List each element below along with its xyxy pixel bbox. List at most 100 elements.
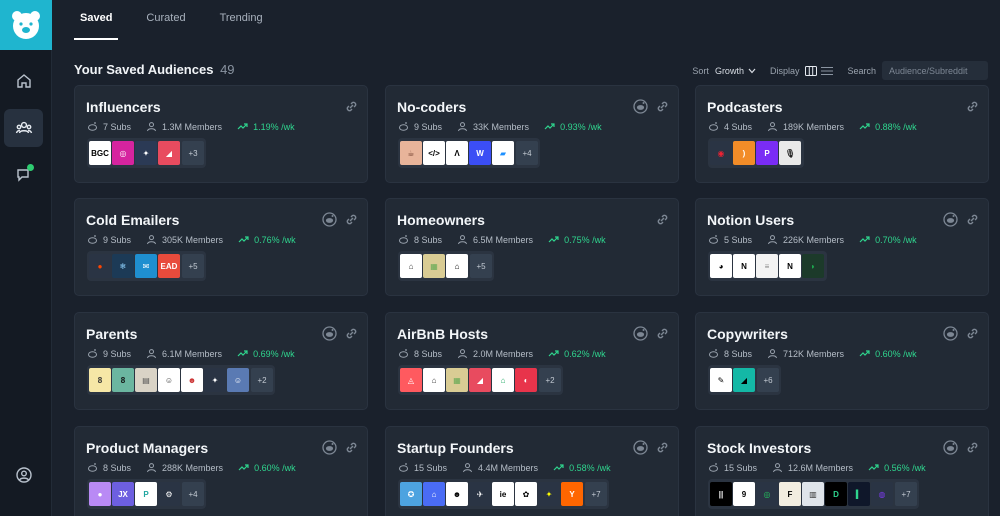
- tab-trending[interactable]: Trending: [214, 0, 269, 40]
- reddit-icon[interactable]: [322, 212, 337, 227]
- subreddit-icon[interactable]: P: [135, 482, 157, 506]
- subreddit-icon[interactable]: ▰: [492, 141, 514, 165]
- more-subs-badge[interactable]: +2: [539, 368, 561, 392]
- audience-card-product-managers[interactable]: Product Managers 8 Subs 288K Members 0.6…: [74, 426, 368, 516]
- subreddit-icon[interactable]: ✪: [400, 482, 422, 506]
- app-logo[interactable]: [0, 0, 52, 50]
- subreddit-icon[interactable]: ⌂: [492, 368, 514, 392]
- subreddit-icon[interactable]: D: [825, 482, 847, 506]
- subreddit-icon[interactable]: ◐: [515, 368, 537, 392]
- reddit-icon[interactable]: [633, 99, 648, 114]
- subreddit-icon[interactable]: </>: [423, 141, 445, 165]
- subreddit-icon[interactable]: ☕: [400, 141, 422, 165]
- subreddit-icon[interactable]: ●: [89, 254, 111, 278]
- subreddit-icon[interactable]: ☻: [181, 368, 203, 392]
- list-view-icon[interactable]: [821, 65, 834, 77]
- subreddit-icon[interactable]: ⌂: [446, 254, 468, 278]
- audience-card-no-coders[interactable]: No-coders 9 Subs 33K Members 0.93% /wk ☕…: [385, 85, 679, 183]
- more-subs-badge[interactable]: +6: [757, 368, 779, 392]
- subreddit-icon[interactable]: ▥: [802, 482, 824, 506]
- subreddit-icon[interactable]: ◗: [802, 254, 824, 278]
- subreddit-icon[interactable]: ◕: [710, 254, 732, 278]
- reddit-icon[interactable]: [943, 326, 958, 341]
- more-subs-badge[interactable]: +5: [470, 254, 492, 278]
- subreddit-icon[interactable]: ◢: [158, 141, 180, 165]
- subreddit-icon[interactable]: ◉: [710, 141, 732, 165]
- more-subs-badge[interactable]: +7: [895, 482, 917, 506]
- link-icon[interactable]: [344, 99, 359, 114]
- subreddit-icon[interactable]: JX: [112, 482, 134, 506]
- audience-card-copywriters[interactable]: Copywriters 8 Subs 712K Members 0.60% /w…: [695, 312, 989, 410]
- subreddit-icon[interactable]: ▦: [423, 254, 445, 278]
- subreddit-icon[interactable]: ▍: [848, 482, 870, 506]
- subreddit-icon[interactable]: ◎: [112, 141, 134, 165]
- subreddit-icon[interactable]: ◬: [400, 368, 422, 392]
- search-input[interactable]: Audience/Subreddit: [882, 61, 988, 80]
- subreddit-icon[interactable]: N: [779, 254, 801, 278]
- subreddit-icon[interactable]: 8: [112, 368, 134, 392]
- link-icon[interactable]: [965, 440, 980, 455]
- subreddit-icon[interactable]: ◢: [469, 368, 491, 392]
- more-subs-badge[interactable]: +4: [516, 141, 538, 165]
- nav-home[interactable]: [4, 62, 43, 100]
- sort-dropdown[interactable]: Growth: [715, 66, 756, 76]
- link-icon[interactable]: [655, 99, 670, 114]
- subreddit-icon[interactable]: ✈: [469, 482, 491, 506]
- audience-card-parents[interactable]: Parents 9 Subs 6.1M Members 0.69% /wk 88…: [74, 312, 368, 410]
- subreddit-icon[interactable]: N: [733, 254, 755, 278]
- audience-card-notion-users[interactable]: Notion Users 5 Subs 226K Members 0.70% /…: [695, 198, 989, 296]
- subreddit-icon[interactable]: 🎙: [779, 141, 801, 165]
- reddit-icon[interactable]: [943, 212, 958, 227]
- audience-card-startup-founders[interactable]: Startup Founders 15 Subs 4.4M Members 0.…: [385, 426, 679, 516]
- subreddit-icon[interactable]: ⌂: [423, 368, 445, 392]
- audience-card-podcasters[interactable]: Podcasters 4 Subs 189K Members 0.88% /wk…: [695, 85, 989, 183]
- subreddit-icon[interactable]: ◎: [756, 482, 778, 506]
- subreddit-icon[interactable]: W: [469, 141, 491, 165]
- link-icon[interactable]: [965, 99, 980, 114]
- tab-saved[interactable]: Saved: [74, 0, 119, 40]
- subreddit-icon[interactable]: ✉: [135, 254, 157, 278]
- subreddit-icon[interactable]: ✦: [204, 368, 226, 392]
- audience-card-cold-emailers[interactable]: Cold Emailers 9 Subs 305K Members 0.76% …: [74, 198, 368, 296]
- subreddit-icon[interactable]: ⌂: [400, 254, 422, 278]
- audience-card-homeowners[interactable]: Homeowners 8 Subs 6.5M Members 0.75% /wk…: [385, 198, 679, 296]
- subreddit-icon[interactable]: ⌂: [423, 482, 445, 506]
- link-icon[interactable]: [655, 212, 670, 227]
- subreddit-icon[interactable]: ||: [710, 482, 732, 506]
- reddit-icon[interactable]: [322, 326, 337, 341]
- subreddit-icon[interactable]: ✦: [538, 482, 560, 506]
- audience-card-influencers[interactable]: Influencers 7 Subs 1.3M Members 1.19% /w…: [74, 85, 368, 183]
- tab-curated[interactable]: Curated: [140, 0, 191, 40]
- link-icon[interactable]: [344, 212, 359, 227]
- audience-card-airbnb-hosts[interactable]: AirBnB Hosts 8 Subs 2.0M Members 0.62% /…: [385, 312, 679, 410]
- subreddit-icon[interactable]: ): [733, 141, 755, 165]
- subreddit-icon[interactable]: ◍: [871, 482, 893, 506]
- subreddit-icon[interactable]: ≡: [756, 254, 778, 278]
- nav-chat[interactable]: [4, 156, 43, 194]
- reddit-icon[interactable]: [322, 440, 337, 455]
- subreddit-icon[interactable]: Y: [561, 482, 583, 506]
- subreddit-icon[interactable]: ✎: [710, 368, 732, 392]
- link-icon[interactable]: [344, 440, 359, 455]
- audience-card-stock-investors[interactable]: Stock Investors 15 Subs 12.6M Members 0.…: [695, 426, 989, 516]
- subreddit-icon[interactable]: ✿: [515, 482, 537, 506]
- subreddit-icon[interactable]: ☺: [158, 368, 180, 392]
- reddit-icon[interactable]: [633, 326, 648, 341]
- subreddit-icon[interactable]: P: [756, 141, 778, 165]
- link-icon[interactable]: [965, 212, 980, 227]
- more-subs-badge[interactable]: +7: [585, 482, 607, 506]
- reddit-icon[interactable]: [943, 440, 958, 455]
- more-subs-badge[interactable]: +2: [251, 368, 273, 392]
- subreddit-icon[interactable]: ☻: [446, 482, 468, 506]
- reddit-icon[interactable]: [633, 440, 648, 455]
- nav-profile[interactable]: [4, 456, 43, 494]
- subreddit-icon[interactable]: EAD: [158, 254, 180, 278]
- subreddit-icon[interactable]: ☺: [227, 368, 249, 392]
- subreddit-icon[interactable]: F: [779, 482, 801, 506]
- subreddit-icon[interactable]: ●: [89, 482, 111, 506]
- subreddit-icon[interactable]: ❄: [112, 254, 134, 278]
- subreddit-icon[interactable]: Λ: [446, 141, 468, 165]
- more-subs-badge[interactable]: +5: [182, 254, 204, 278]
- link-icon[interactable]: [655, 440, 670, 455]
- link-icon[interactable]: [655, 326, 670, 341]
